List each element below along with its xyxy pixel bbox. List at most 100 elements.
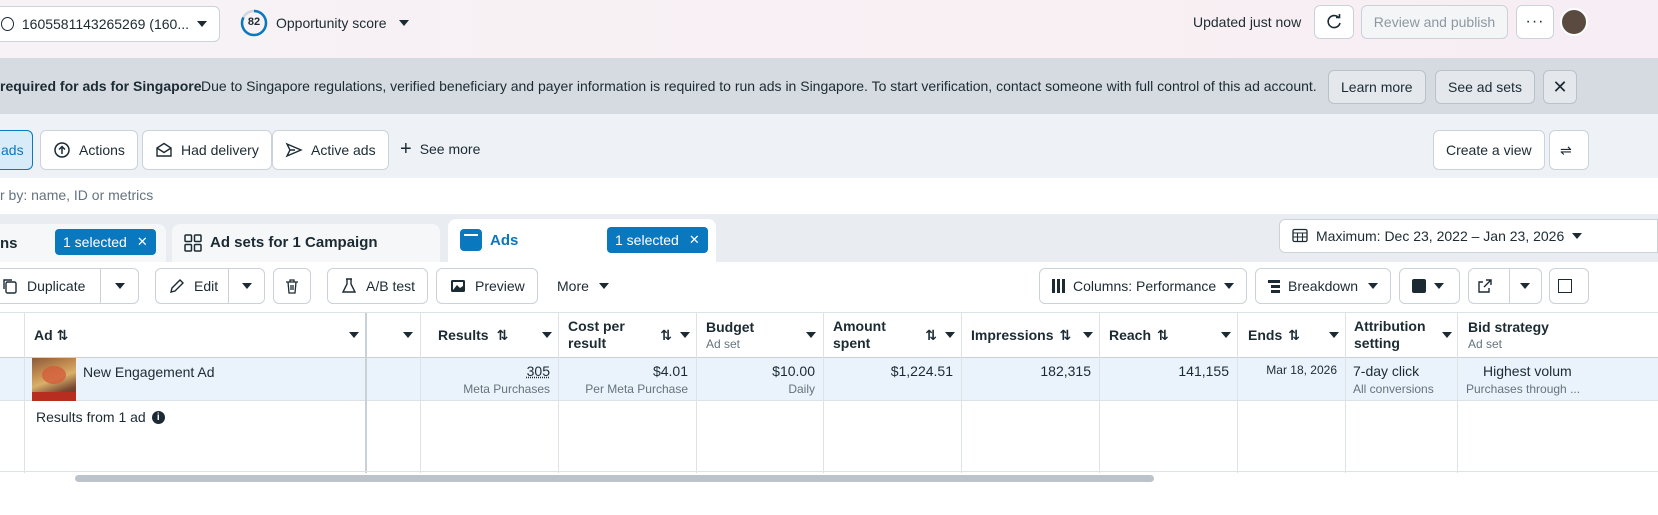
close-banner-button[interactable]: ✕ [1543,70,1577,104]
export-button[interactable] [1468,268,1542,304]
reports-button[interactable] [1399,268,1460,304]
breakdown-icon [1268,279,1280,293]
column-header-amount[interactable]: Amount spent ⇅ [833,313,955,357]
create-view-label: Create a view [1446,142,1532,158]
envelope-icon [155,141,173,159]
header-results-label: Results [438,327,489,343]
verification-banner: required for ads for Singapore Due to Si… [0,58,1658,114]
column-header-budget[interactable]: Budget Ad set [706,313,816,357]
bid-value: Highest volum [1483,363,1572,379]
budget-value[interactable]: $10.00 [772,363,815,379]
learn-more-button[interactable]: Learn more [1328,70,1426,104]
edit-dropdown[interactable] [228,269,264,303]
sliders-icon: ⇌ [1560,141,1572,158]
reports-icon [1412,279,1426,293]
delete-button[interactable] [273,268,311,304]
column-header-impressions[interactable]: Impressions ⇅ [971,313,1093,357]
campaigns-selected-chip[interactable]: 1 selected ✕ [55,229,156,255]
close-icon[interactable]: ✕ [137,234,148,250]
column-header-attribution[interactable]: Attribution setting [1354,313,1452,357]
review-publish-button[interactable]: Review and publish [1361,5,1508,39]
filter-actions[interactable]: Actions [40,130,138,170]
filter-active-ads[interactable]: ads [0,130,33,170]
tab-ad-sets[interactable]: Ad sets for 1 Campaign [172,224,440,262]
calendar-icon [1292,227,1308,246]
tab-campaigns[interactable]: ns 1 selected ✕ [0,224,166,262]
breakdown-button[interactable]: Breakdown [1255,268,1391,304]
chevron-down-icon [1224,283,1235,289]
header-ad-label: Ad [34,327,53,343]
campaigns-chip-label: 1 selected [63,234,127,250]
info-icon[interactable]: i [151,410,165,424]
opportunity-score[interactable]: 82 Opportunity score [240,9,409,37]
search-input[interactable]: r by: name, ID or metrics [0,187,153,203]
more-button[interactable]: More [557,278,609,294]
header-attr-line1: Attribution [1354,318,1426,334]
ab-test-button[interactable]: A/B test [327,268,429,304]
chevron-down-icon [1368,283,1378,289]
column-header-reach[interactable]: Reach ⇅ [1109,313,1231,357]
chevron-down-icon[interactable] [403,332,413,338]
column-header-results[interactable]: Results ⇅ [438,313,552,357]
create-view-button[interactable]: Create a view [1433,130,1545,170]
header-ends-label: Ends [1248,327,1283,343]
column-header-cost[interactable]: Cost per result ⇅ [568,313,690,357]
chart-toggle-button[interactable] [1549,268,1589,304]
account-icon [1,17,14,31]
trash-icon [283,277,301,295]
column-header-bid[interactable]: Bid strategy Ad set [1468,313,1658,357]
column-header-ad[interactable]: Ad ⇅ [34,313,359,357]
chevron-down-icon [241,283,252,289]
ad-name[interactable]: New Engagement Ad [83,364,215,380]
horizontal-scrollbar[interactable] [75,475,1154,482]
columns-button[interactable]: Columns: Performance [1039,268,1247,304]
results-sub: Meta Purchases [463,382,550,396]
header-impressions-label: Impressions [971,327,1054,343]
ad-thumbnail[interactable] [32,358,76,401]
more-options-button[interactable]: ··· [1516,5,1554,39]
filter-had-delivery[interactable]: Had delivery [142,130,272,170]
sort-icon: ⇅ [496,326,509,343]
see-ad-sets-button[interactable]: See ad sets [1435,70,1535,104]
close-icon[interactable]: ✕ [689,232,700,248]
account-name: 1605581143265269 (160... [21,16,189,32]
breakdown-label: Breakdown [1288,278,1359,294]
chevron-down-icon [398,20,409,26]
refresh-button[interactable] [1314,5,1354,39]
see-more-button[interactable]: + See more [400,139,481,159]
export-dropdown[interactable] [1508,269,1542,303]
header-amount-line2: spent [833,335,871,351]
export-icon [1469,278,1501,294]
duplicate-label: Duplicate [27,278,86,294]
duplicate-button[interactable]: Duplicate [0,268,139,304]
results-footer: Results from 1 ad i [36,409,165,425]
checkbox-column [0,313,25,473]
results-footer-label: Results from 1 ad [36,409,146,425]
date-range-picker[interactable]: Maximum: Dec 23, 2022 – Jan 23, 2026 [1279,219,1658,253]
preview-label: Preview [475,278,525,294]
ads-selected-chip[interactable]: 1 selected ✕ [607,227,708,253]
edit-button[interactable]: Edit [155,268,265,304]
filter-active-ads-2[interactable]: Active ads [272,130,389,170]
avatar[interactable] [1560,8,1588,36]
chevron-down-icon [598,283,609,289]
chevron-down-icon [1520,283,1531,289]
more-dots-icon: ··· [1525,13,1545,30]
tab-ads[interactable]: Ads 1 selected ✕ [448,219,716,262]
score-value: 82 [247,16,261,28]
ends-value: Mar 18, 2026 [1266,363,1337,377]
results-value[interactable]: 305 [527,363,550,379]
header-amount-label: Amount spent [833,318,886,352]
image-icon [449,277,467,295]
sort-icon: ⇅ [1157,326,1169,343]
duplicate-dropdown[interactable] [100,269,138,303]
preview-button[interactable]: Preview [436,268,538,304]
see-more-label: See more [419,141,481,157]
header-budget-sub: Ad set [706,336,741,351]
account-selector[interactable]: 1605581143265269 (160... [0,6,220,42]
budget-sub: Daily [788,382,815,396]
filter-settings-button[interactable]: ⇌ [1549,130,1589,170]
learn-more-label: Learn more [1341,79,1413,95]
sort-icon: ⇅ [1059,326,1072,343]
column-header-ends[interactable]: Ends ⇅ [1248,313,1339,357]
